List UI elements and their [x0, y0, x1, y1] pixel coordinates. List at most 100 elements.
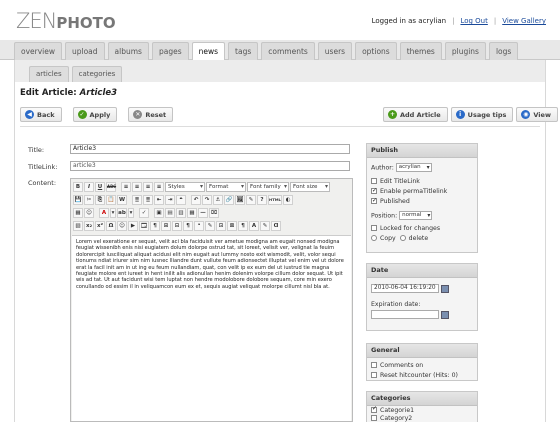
bold-icon[interactable]: B: [73, 181, 83, 192]
title-input[interactable]: Article3: [70, 144, 350, 154]
tab-options[interactable]: options: [355, 42, 397, 60]
redo-icon[interactable]: ↷: [202, 194, 212, 205]
editor-content-area[interactable]: Lorem vel exeratione er sequat, velit ac…: [72, 235, 351, 421]
locked-row[interactable]: Locked for changes: [371, 224, 473, 234]
template-icon[interactable]: Ɑ: [271, 220, 281, 231]
enable-permatitlelink-row[interactable]: Enable permaTitlelink: [371, 186, 473, 197]
tab-pages[interactable]: pages: [151, 42, 189, 60]
strikethrough-icon[interactable]: ABC: [106, 181, 116, 192]
cut-icon[interactable]: ✂: [84, 194, 94, 205]
calendar-icon[interactable]: [441, 284, 449, 293]
cleanup-icon[interactable]: ✎: [246, 194, 256, 205]
table-merge-icon[interactable]: ▦: [187, 207, 197, 218]
help-icon[interactable]: ?: [257, 194, 267, 205]
text-color-dropdown-icon[interactable]: ▾: [110, 207, 116, 218]
date-input[interactable]: 2010-06-04 16:19:20: [371, 284, 439, 293]
abbr-icon[interactable]: ᵃ: [194, 220, 204, 231]
comments-on-checkbox[interactable]: [371, 362, 377, 368]
reset-button[interactable]: ✕ Reset: [128, 107, 174, 122]
special-char-icon[interactable]: Ω: [106, 220, 116, 231]
format-select[interactable]: Format: [206, 181, 246, 192]
align-left-icon[interactable]: ≡: [121, 181, 131, 192]
expiration-input[interactable]: [371, 310, 439, 319]
insert-table-icon[interactable]: ▣: [154, 207, 164, 218]
category-item[interactable]: Category2: [371, 415, 473, 422]
view-button[interactable]: ◉ View: [516, 107, 558, 122]
view-gallery-link[interactable]: View Gallery: [502, 17, 546, 25]
blockquote-icon[interactable]: ❝: [176, 194, 186, 205]
reset-hitcounter-checkbox[interactable]: [371, 372, 377, 378]
edit-titlelink-row[interactable]: Edit TitleLink: [371, 177, 473, 187]
tab-logs[interactable]: logs: [488, 42, 519, 60]
media-icon[interactable]: ▶: [128, 220, 138, 231]
text-color-icon[interactable]: A: [99, 207, 109, 218]
preview-icon[interactable]: ◐: [283, 194, 293, 205]
tab-upload[interactable]: upload: [65, 42, 105, 60]
indent-icon[interactable]: ⇥: [165, 194, 175, 205]
align-center-icon[interactable]: ≡: [132, 181, 142, 192]
smiley-icon[interactable]: ☺: [117, 220, 127, 231]
attributes-icon[interactable]: ✎: [260, 220, 270, 231]
subscript-icon[interactable]: x₂: [84, 220, 94, 231]
image-icon[interactable]: 🖼: [235, 194, 245, 205]
underline-icon[interactable]: U: [95, 181, 105, 192]
enable-permatitlelink-checkbox[interactable]: [371, 186, 377, 196]
visual-aid-icon[interactable]: ▧: [73, 220, 83, 231]
published-checkbox[interactable]: [371, 196, 377, 206]
tab-overview[interactable]: overview: [14, 42, 62, 60]
emotion-icon[interactable]: ☺: [84, 207, 94, 218]
tab-albums[interactable]: albums: [107, 42, 149, 60]
spellcheck-icon[interactable]: ✓: [139, 207, 149, 218]
category-item[interactable]: Categorie1: [371, 405, 473, 415]
usage-tips-button[interactable]: i Usage tips: [450, 107, 514, 122]
bullet-list-icon[interactable]: ≣: [132, 194, 142, 205]
paste-word-icon[interactable]: W: [117, 194, 127, 205]
insert-date-icon[interactable]: ⊡: [216, 220, 226, 231]
align-justify-icon[interactable]: ≡: [154, 181, 164, 192]
titlelink-input[interactable]: article3: [70, 161, 350, 171]
comments-on-row[interactable]: Comments on: [371, 361, 473, 371]
outdent-icon[interactable]: ⇤: [154, 194, 164, 205]
copy-radio[interactable]: [371, 235, 377, 241]
tab-comments[interactable]: comments: [261, 42, 315, 60]
subtab-categories[interactable]: categories: [71, 66, 123, 82]
tab-themes[interactable]: themes: [399, 42, 442, 60]
html-source-icon[interactable]: HTML: [268, 194, 282, 205]
category-checkbox[interactable]: [371, 405, 377, 413]
font-family-select[interactable]: Font family: [247, 181, 289, 192]
insert-layer-icon[interactable]: ⊞: [161, 220, 171, 231]
font-size-select[interactable]: Font size: [290, 181, 330, 192]
table-icon[interactable]: ▦: [73, 207, 83, 218]
copy-icon[interactable]: ⎘: [95, 194, 105, 205]
link-icon[interactable]: 🔗: [224, 194, 234, 205]
reset-hitcounter-row[interactable]: Reset hitcounter (Hits: 0): [371, 371, 473, 381]
subtab-articles[interactable]: articles: [29, 66, 69, 82]
tab-plugins[interactable]: plugins: [444, 42, 486, 60]
back-button[interactable]: ◀ Back: [20, 107, 62, 122]
tab-tags[interactable]: tags: [228, 42, 259, 60]
numbered-list-icon[interactable]: ≣: [143, 194, 153, 205]
paste-icon[interactable]: 📋: [106, 194, 116, 205]
horizontal-rule-icon[interactable]: —: [198, 207, 208, 218]
table-row-icon[interactable]: ▤: [165, 207, 175, 218]
category-checkbox[interactable]: [371, 415, 377, 421]
highlight-dropdown-icon[interactable]: ▾: [128, 207, 134, 218]
show-blocks-icon[interactable]: ¶: [183, 220, 193, 231]
add-article-button[interactable]: + Add Article: [383, 107, 448, 122]
author-select[interactable]: acrylian: [395, 163, 432, 172]
calendar-icon[interactable]: [441, 310, 449, 319]
insert-time-icon[interactable]: ⊠: [227, 220, 237, 231]
italic-icon[interactable]: I: [84, 181, 94, 192]
move-layer-icon[interactable]: ⊟: [172, 220, 182, 231]
tab-users[interactable]: users: [317, 42, 353, 60]
published-row[interactable]: Published: [371, 196, 473, 207]
superscript-icon[interactable]: x²: [95, 220, 105, 231]
style-props-icon[interactable]: A: [249, 220, 259, 231]
ltr-icon[interactable]: ¶: [150, 220, 160, 231]
anchor-icon[interactable]: ⚓: [213, 194, 223, 205]
align-right-icon[interactable]: ≡: [143, 181, 153, 192]
cite-icon[interactable]: ✎: [205, 220, 215, 231]
styles-select[interactable]: Styles: [165, 181, 205, 192]
locked-checkbox[interactable]: [371, 225, 377, 231]
delete-radio[interactable]: [399, 235, 406, 241]
